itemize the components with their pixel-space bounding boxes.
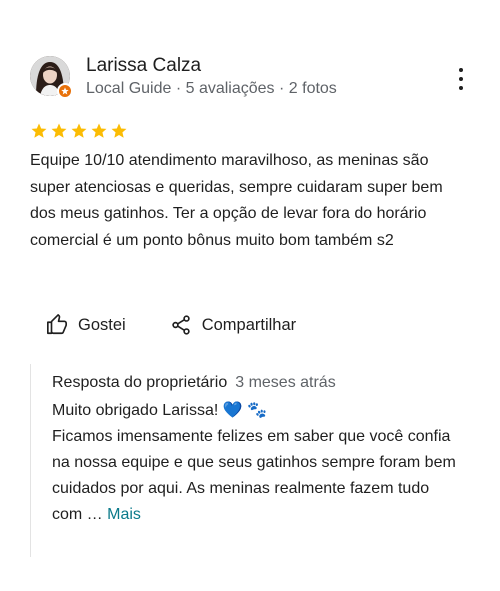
- thumb-up-icon: [47, 314, 67, 335]
- more-link[interactable]: Mais: [107, 506, 141, 523]
- author-meta: Local Guide · 5 avaliações · 2 fotos: [86, 80, 337, 97]
- owner-response-time: 3 meses atrás: [235, 374, 336, 391]
- star-icon: [111, 123, 127, 138]
- owner-response-line1: Muito obrigado Larissa! 💙 🐾: [52, 402, 268, 419]
- star-icon: [91, 123, 107, 138]
- owner-response: Resposta do proprietário 3 meses atrás Mu…: [30, 364, 471, 557]
- like-button[interactable]: Gostei: [46, 314, 126, 336]
- share-icon: [171, 315, 190, 335]
- owner-response-header: Resposta do proprietário 3 meses atrás: [52, 374, 336, 392]
- author-avatar[interactable]: [30, 56, 73, 99]
- review-text: Equipe 10/10 atendimento maravilhoso, as…: [30, 152, 443, 249]
- owner-response-title: Resposta do proprietário: [52, 374, 228, 391]
- owner-response-text: Muito obrigado Larissa! 💙 🐾 Ficamos imen…: [52, 398, 462, 528]
- star-icon: [31, 123, 47, 138]
- like-label: Gostei: [78, 315, 126, 334]
- share-label: Compartilhar: [201, 315, 297, 334]
- star-icon: [51, 123, 67, 138]
- author-name[interactable]: Larissa Calza: [86, 55, 201, 77]
- rating-stars: [30, 122, 128, 140]
- share-button[interactable]: Compartilhar: [170, 314, 296, 336]
- more-vert-icon[interactable]: [452, 68, 470, 90]
- star-icon: [71, 123, 87, 138]
- review-actions: Gostei Compartilhar: [46, 314, 296, 336]
- local-guide-badge-icon: [57, 83, 73, 99]
